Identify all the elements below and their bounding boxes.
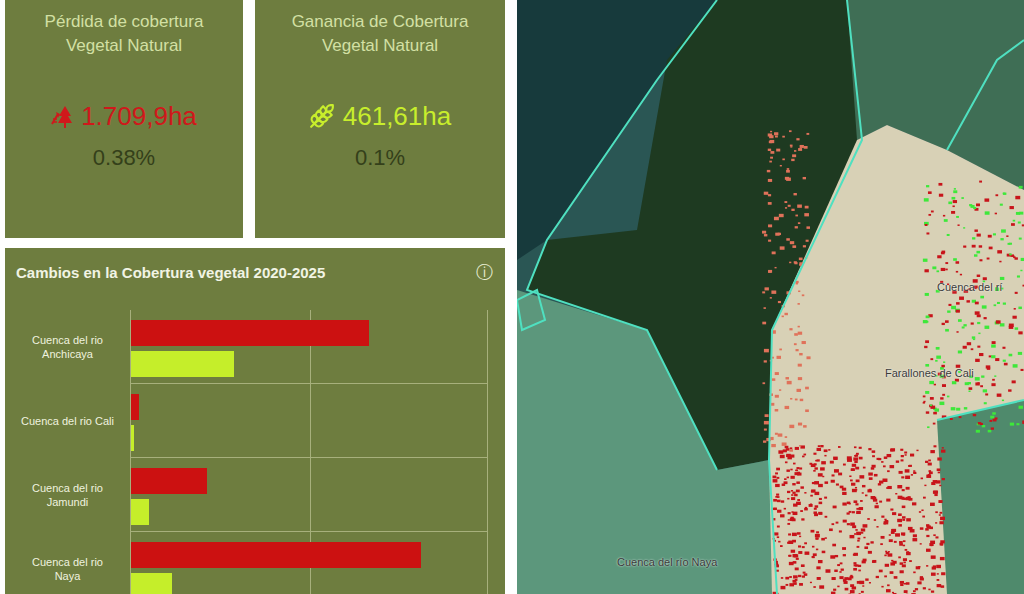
side-panel: Pérdida de cobertura Vegetal Natural 1.70… — [0, 0, 505, 594]
chart-body: Cuenca del rio AnchicayaCuenca del rio C… — [5, 310, 505, 594]
bar[interactable] — [131, 468, 207, 494]
map-label: Cuenca del río Naya — [617, 555, 717, 569]
bar[interactable] — [131, 499, 149, 525]
category-label: Cuenca del rio Anchicaya — [5, 310, 130, 384]
bar[interactable] — [131, 394, 139, 420]
bar[interactable] — [131, 573, 172, 594]
stat-card: Pérdida de cobertura Vegetal Natural 1.70… — [5, 0, 243, 238]
stat-title: Pérdida de cobertura Vegetal Natural — [17, 10, 231, 58]
bar[interactable] — [131, 351, 234, 377]
map-label: Cuenca del rí — [937, 280, 1002, 294]
bar[interactable] — [131, 542, 421, 568]
stat-card: Ganancia de Cobertura Vegetal Natural 461… — [255, 0, 505, 238]
category-label: Cuenca del rio Naya — [5, 532, 130, 594]
bar[interactable] — [131, 425, 134, 451]
info-icon[interactable]: ⓘ — [476, 262, 493, 284]
chart-card: Cambios en la Cobertura vegetal 2020-202… — [5, 248, 505, 594]
category-label: Cuenca del rio Cali — [5, 384, 130, 458]
wheat-icon — [309, 103, 335, 129]
plot-area — [130, 310, 488, 594]
stat-title: Ganancia de Cobertura Vegetal Natural — [267, 10, 493, 58]
bar-row — [131, 458, 487, 532]
bar[interactable] — [131, 320, 369, 346]
bar-row — [131, 384, 487, 458]
category-label: Cuenca del rio Jamundi — [5, 458, 130, 532]
dashboard: Pérdida de cobertura Vegetal Natural 1.70… — [0, 0, 1024, 594]
bar-row — [131, 310, 487, 384]
tree-cut-icon — [51, 104, 73, 128]
bar-row — [131, 532, 487, 594]
map[interactable]: Cuenca del rí Farallones de Cali Cuenca de… — [517, 0, 1024, 594]
stat-percent: 0.38% — [93, 144, 155, 172]
map-canvas[interactable] — [517, 0, 1024, 594]
stat-percent: 0.1% — [355, 144, 405, 172]
chart-title: Cambios en la Cobertura vegetal 2020-202… — [16, 262, 325, 284]
map-label: Farallones de Cali — [885, 366, 974, 380]
stat-value: 461,61ha — [309, 100, 451, 132]
stat-value: 1.709,9ha — [51, 100, 197, 132]
